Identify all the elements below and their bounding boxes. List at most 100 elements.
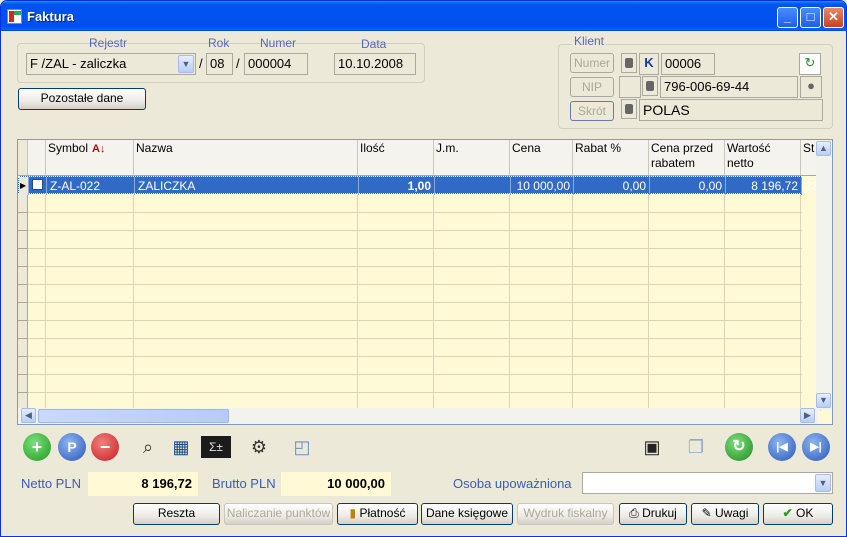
empty-cell[interactable] xyxy=(510,357,573,375)
row-header[interactable] xyxy=(18,321,28,339)
empty-row[interactable] xyxy=(18,213,821,231)
horizontal-scrollbar[interactable]: ◀ ▶ xyxy=(18,408,818,424)
empty-cell[interactable] xyxy=(358,303,434,321)
empty-row[interactable] xyxy=(18,303,821,321)
reszta-button[interactable]: Reszta xyxy=(133,503,220,525)
empty-cell[interactable] xyxy=(46,357,134,375)
col-header-nazwa[interactable]: Nazwa xyxy=(134,140,358,175)
copy-windows-icon[interactable]: ❐ xyxy=(682,434,710,460)
skrot-search-button[interactable]: Skrót xyxy=(570,101,614,121)
empty-cell[interactable] xyxy=(649,231,725,249)
empty-row[interactable] xyxy=(18,357,821,375)
empty-cell[interactable] xyxy=(46,321,134,339)
title-bar[interactable]: Faktura _ □ ✕ xyxy=(1,1,846,31)
empty-row[interactable] xyxy=(18,285,821,303)
maximize-button[interactable]: □ xyxy=(800,7,821,28)
empty-cell[interactable] xyxy=(358,213,434,231)
empty-cell[interactable] xyxy=(725,285,801,303)
empty-cell[interactable] xyxy=(725,267,801,285)
drukuj-button[interactable]: ⎙ Drukuj xyxy=(619,503,687,525)
empty-cell[interactable] xyxy=(573,375,649,393)
empty-cell[interactable] xyxy=(358,357,434,375)
numer-search-button[interactable]: Numer xyxy=(570,53,614,73)
first-record-icon[interactable]: |◀ xyxy=(768,433,796,461)
ok-button[interactable]: ✔ OK xyxy=(763,503,833,525)
empty-cell[interactable] xyxy=(510,321,573,339)
minimize-button[interactable]: _ xyxy=(777,7,798,28)
empty-cell[interactable] xyxy=(725,231,801,249)
empty-cell[interactable] xyxy=(573,267,649,285)
empty-row[interactable] xyxy=(18,195,821,213)
klient-skrot-field[interactable]: POLAS xyxy=(639,99,823,121)
close-button[interactable]: ✕ xyxy=(823,7,844,28)
empty-cell[interactable] xyxy=(358,231,434,249)
empty-cell[interactable] xyxy=(46,249,134,267)
empty-cell[interactable] xyxy=(46,375,134,393)
dane-ksiegowe-button[interactable]: Dane księgowe xyxy=(421,503,513,525)
cell-rabat[interactable]: 0,00 xyxy=(574,177,650,195)
binoculars-icon[interactable]: ⌕ xyxy=(134,434,162,460)
col-header-cena[interactable]: Cena xyxy=(510,140,573,175)
row-header[interactable] xyxy=(18,249,28,267)
empty-cell[interactable] xyxy=(510,213,573,231)
klient-numer-field[interactable]: 00006 xyxy=(661,53,715,75)
empty-row[interactable] xyxy=(18,249,821,267)
chevron-down-icon[interactable]: ▼ xyxy=(815,474,831,492)
sum-icon[interactable]: Σ± xyxy=(201,436,231,458)
empty-cell[interactable] xyxy=(134,267,358,285)
database-icon[interactable] xyxy=(621,53,637,73)
cell-cena-przed-rabatem[interactable]: 0,00 xyxy=(650,177,726,195)
empty-cell[interactable] xyxy=(573,213,649,231)
empty-cell[interactable] xyxy=(28,213,46,231)
empty-cell[interactable] xyxy=(46,231,134,249)
empty-cell[interactable] xyxy=(28,375,46,393)
empty-cell[interactable] xyxy=(649,321,725,339)
empty-cell[interactable] xyxy=(434,339,510,357)
empty-cell[interactable] xyxy=(134,231,358,249)
empty-cell[interactable] xyxy=(573,357,649,375)
window-chart-icon[interactable]: ◰ xyxy=(288,434,316,460)
row-header[interactable] xyxy=(18,303,28,321)
empty-cell[interactable] xyxy=(28,357,46,375)
osoba-upowazniona-select[interactable]: ▼ xyxy=(582,472,833,494)
empty-cell[interactable] xyxy=(725,195,801,213)
empty-cell[interactable] xyxy=(725,321,801,339)
data-field[interactable]: 10.10.2008 xyxy=(334,53,416,75)
col-header-rabat[interactable]: Rabat % xyxy=(573,140,649,175)
empty-cell[interactable] xyxy=(573,231,649,249)
calculator-grid-icon[interactable]: ▦ xyxy=(167,434,195,460)
col-header-symbol[interactable]: Symbol A↓ xyxy=(46,140,134,175)
empty-cell[interactable] xyxy=(434,303,510,321)
row-header[interactable] xyxy=(18,267,28,285)
empty-cell[interactable] xyxy=(134,303,358,321)
wydruk-fiskalny-button[interactable]: Wydruk fiskalny xyxy=(517,503,614,525)
empty-cell[interactable] xyxy=(649,213,725,231)
empty-row[interactable] xyxy=(18,339,821,357)
empty-cell[interactable] xyxy=(649,195,725,213)
empty-row[interactable] xyxy=(18,267,821,285)
globe-icon[interactable]: ● xyxy=(800,76,822,98)
scroll-left-icon[interactable]: ◀ xyxy=(21,408,36,423)
database-icon[interactable] xyxy=(642,76,658,96)
empty-cell[interactable] xyxy=(46,213,134,231)
empty-cell[interactable] xyxy=(46,285,134,303)
database-icon[interactable] xyxy=(621,99,637,119)
cell-wartosc-netto[interactable]: 8 196,72 xyxy=(726,177,802,195)
chevron-down-icon[interactable]: ▼ xyxy=(178,55,194,73)
vertical-scrollbar[interactable]: ▲ ▼ xyxy=(816,140,832,410)
empty-cell[interactable] xyxy=(649,357,725,375)
platnosc-button[interactable]: ▮ Płatność xyxy=(337,503,418,525)
edit-item-icon[interactable]: P xyxy=(58,433,86,461)
empty-cell[interactable] xyxy=(434,321,510,339)
empty-cell[interactable] xyxy=(649,267,725,285)
empty-row[interactable] xyxy=(18,375,821,393)
empty-cell[interactable] xyxy=(725,249,801,267)
empty-cell[interactable] xyxy=(28,285,46,303)
empty-cell[interactable] xyxy=(134,213,358,231)
empty-cell[interactable] xyxy=(725,357,801,375)
empty-cell[interactable] xyxy=(573,285,649,303)
empty-cell[interactable] xyxy=(134,285,358,303)
empty-cell[interactable] xyxy=(434,285,510,303)
empty-cell[interactable] xyxy=(134,321,358,339)
cell-ilosc[interactable]: 1,00 xyxy=(359,177,435,195)
